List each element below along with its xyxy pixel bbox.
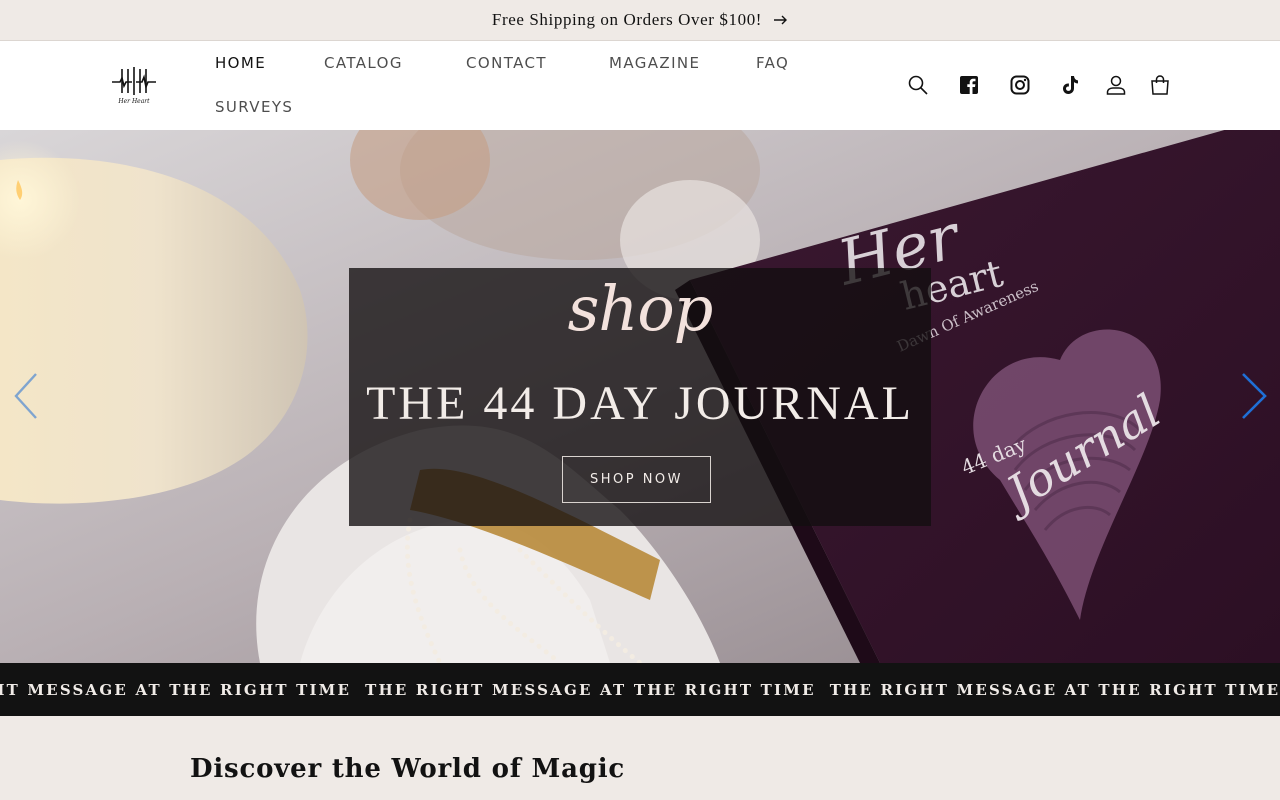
facebook-link[interactable] [957, 73, 981, 97]
hero-content-box: shop THE 44 DAY JOURNAL SHOP NOW [349, 268, 931, 526]
nav-surveys[interactable]: SURVEYS [215, 98, 293, 116]
hero-slideshow: Her heart Dawn Of Awareness 44 day Journ… [0, 130, 1280, 663]
search-button[interactable] [906, 73, 930, 97]
marquee-track: IGHT MESSAGE AT THE RIGHT TIME THE RIGHT… [0, 663, 1280, 716]
instagram-link[interactable] [1008, 73, 1032, 97]
discover-section: Discover the World of Magic [0, 716, 1280, 800]
nav-contact[interactable]: CONTACT [466, 54, 547, 72]
facebook-icon [960, 76, 978, 94]
instagram-icon [1010, 75, 1030, 95]
hero-script-text: shop [567, 272, 714, 345]
previous-slide-arrow-icon[interactable] [12, 370, 42, 422]
account-icon [1106, 75, 1126, 95]
next-slide-arrow-icon[interactable] [1239, 370, 1269, 422]
search-icon [908, 75, 928, 95]
hero-title: THE 44 DAY JOURNAL [366, 377, 914, 430]
nav-home[interactable]: HOME [215, 54, 266, 72]
announcement-link[interactable]: Free Shipping on Orders Over $100! [492, 10, 788, 30]
nav-faq[interactable]: FAQ [756, 54, 789, 72]
cart-icon [1151, 75, 1169, 95]
cart-button[interactable] [1148, 73, 1172, 97]
tiktok-link[interactable] [1058, 73, 1082, 97]
marquee-item: IGHT MESSAGE AT THE RIGHT TIME [0, 680, 352, 699]
nav-catalog[interactable]: CATALOG [324, 54, 403, 72]
tiktok-icon [1063, 76, 1078, 94]
account-button[interactable] [1104, 73, 1128, 97]
arrow-right-icon [774, 15, 788, 25]
announcement-bar: Free Shipping on Orders Over $100! [0, 0, 1280, 41]
main-nav: HOME CATALOG CONTACT MAGAZINE FAQ SURVEY… [215, 41, 855, 130]
shop-now-button[interactable]: SHOP NOW [562, 456, 711, 503]
site-header: Her Heart HOME CATALOG CONTACT MAGAZINE … [0, 41, 1280, 130]
announcement-text: Free Shipping on Orders Over $100! [491, 10, 763, 29]
marquee-item: THE RIGHT MESSAGE AT THE RIGHT TIME [365, 680, 816, 699]
nav-magazine[interactable]: MAGAZINE [609, 54, 700, 72]
section-title: Discover the World of Magic [190, 754, 626, 784]
brand-logo[interactable]: Her Heart [108, 65, 160, 107]
marquee-item: THE RIGHT MESSAGE AT THE RIGHT TIME [829, 680, 1280, 699]
svg-text:Her Heart: Her Heart [117, 98, 150, 105]
scrolling-marquee: IGHT MESSAGE AT THE RIGHT TIME THE RIGHT… [0, 663, 1280, 716]
